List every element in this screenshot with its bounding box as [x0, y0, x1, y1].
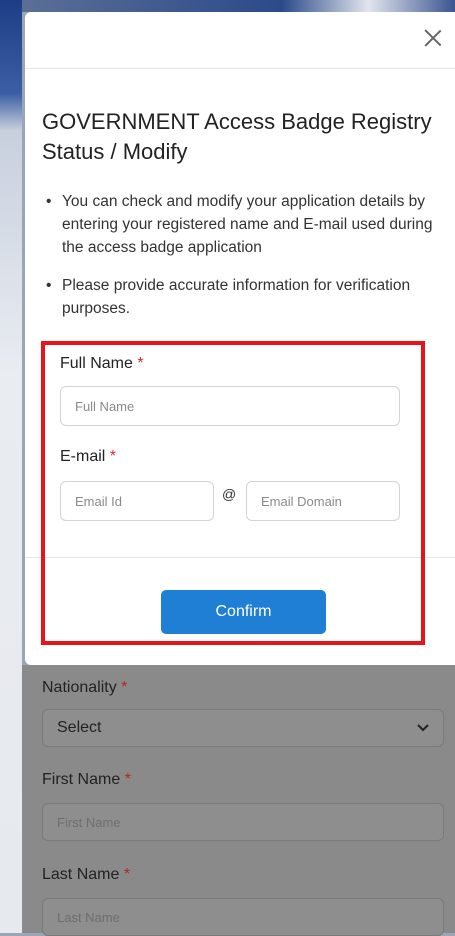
email-id-input[interactable]: Email Id — [60, 481, 214, 521]
first-name-label: First Name * — [42, 771, 131, 789]
required-mark: * — [109, 448, 117, 465]
instructions-list: You can check and modify your applicatio… — [42, 190, 440, 335]
required-mark: * — [137, 355, 144, 372]
last-name-placeholder: Last Name — [57, 909, 120, 925]
last-name-label: Last Name * — [42, 866, 130, 884]
nationality-label-text: Nationality — [42, 679, 117, 696]
confirm-button[interactable]: Confirm — [161, 590, 326, 634]
chevron-down-icon — [417, 724, 429, 732]
email-label: E-mail * — [60, 448, 116, 466]
nationality-label: Nationality * — [42, 679, 127, 697]
background-form — [22, 665, 455, 933]
last-name-input[interactable]: Last Name — [42, 898, 444, 936]
required-mark: * — [123, 866, 131, 883]
full-name-placeholder: Full Name — [75, 398, 135, 414]
required-mark: * — [124, 771, 131, 788]
footer-divider — [25, 557, 455, 558]
first-name-input[interactable]: First Name — [42, 803, 444, 841]
instruction-item: You can check and modify your applicatio… — [42, 190, 440, 259]
full-name-label: Full Name * — [60, 355, 144, 373]
email-domain-placeholder: Email Domain — [261, 493, 342, 509]
instruction-item: Please provide accurate information for … — [42, 274, 440, 320]
full-name-label-text: Full Name — [60, 355, 133, 372]
email-id-placeholder: Email Id — [75, 493, 122, 509]
modal-header — [25, 12, 455, 69]
modal-title: GOVERNMENT Access Badge Registry Status … — [42, 109, 432, 164]
background-banner-edge — [0, 0, 22, 933]
nationality-select-value: Select — [57, 719, 102, 736]
close-icon[interactable] — [421, 26, 445, 50]
last-name-label-text: Last Name — [42, 866, 120, 883]
email-label-text: E-mail — [60, 448, 106, 465]
background-banner-top — [22, 0, 455, 12]
status-modify-modal: GOVERNMENT Access Badge Registry Status … — [25, 12, 455, 665]
first-name-label-text: First Name — [42, 771, 121, 788]
nationality-select[interactable]: Select — [42, 709, 444, 747]
email-domain-input[interactable]: Email Domain — [246, 481, 400, 521]
required-mark: * — [121, 679, 128, 696]
at-sign: @ — [222, 486, 237, 502]
full-name-input[interactable]: Full Name — [60, 386, 400, 426]
first-name-placeholder: First Name — [57, 814, 121, 830]
